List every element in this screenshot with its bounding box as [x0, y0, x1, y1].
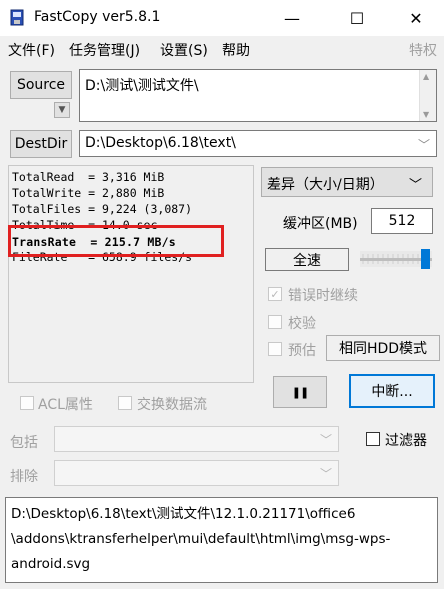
- hdd-mode-button[interactable]: 相同HDD模式: [326, 335, 440, 361]
- filter-checkbox[interactable]: [366, 432, 380, 446]
- continue-on-error-label: 错误时继续: [288, 288, 358, 304]
- include-filter-combo[interactable]: ﹀: [54, 426, 339, 452]
- buffer-label: 缓冲区(MB): [283, 216, 358, 232]
- window-title: FastCopy ver5.8.1: [34, 9, 161, 25]
- destdir-path-combo[interactable]: D:\Desktop\6.18\text\ ﹀: [79, 130, 437, 157]
- status-text: D:\Desktop\6.18\text\测试文件\12.1.0.21171\o…: [11, 506, 391, 572]
- acl-label: ACL属性: [38, 397, 93, 413]
- scroll-up-icon: ▲: [423, 72, 430, 81]
- chevron-down-icon: ▼: [58, 105, 66, 115]
- source-button[interactable]: Source: [10, 71, 72, 99]
- pause-icon: ❚❚: [291, 385, 309, 399]
- speed-slider-graphic: [360, 249, 432, 269]
- source-path-field[interactable]: D:\测试\测试文件\ ▲ ▼: [79, 69, 437, 122]
- continue-on-error-checkbox[interactable]: ✓: [268, 287, 282, 301]
- destdir-path-text: D:\Desktop\6.18\text\: [85, 135, 236, 151]
- source-path-text: D:\测试\测试文件\: [85, 78, 199, 94]
- status-output: D:\Desktop\6.18\text\测试文件\12.1.0.21171\o…: [5, 497, 438, 583]
- chevron-down-icon: ﹀: [319, 467, 332, 481]
- fastcopy-app-icon: [9, 9, 27, 27]
- copy-mode-select[interactable]: 差异（大小/日期） ﹀: [261, 167, 433, 197]
- menu-file[interactable]: 文件(F): [8, 40, 55, 60]
- maximize-button[interactable]: ☐: [333, 0, 381, 36]
- buffer-size-input[interactable]: 512: [371, 208, 433, 234]
- minimize-button[interactable]: —: [268, 0, 316, 36]
- include-label: 包括: [10, 435, 38, 451]
- stat-total-files: TotalFiles = 9,224 (3,087): [12, 202, 193, 216]
- chevron-down-icon: ﹀: [319, 433, 332, 447]
- estimate-label: 预估: [288, 343, 316, 359]
- chevron-down-icon: ﹀: [417, 138, 430, 152]
- verify-checkbox[interactable]: [268, 315, 282, 329]
- close-button[interactable]: ✕: [392, 0, 440, 36]
- copy-mode-value: 差异（大小/日期）: [267, 177, 384, 193]
- source-history-button[interactable]: ▼: [54, 102, 70, 118]
- stat-total-write: TotalWrite = 2,880 MiB: [12, 186, 165, 200]
- verify-label: 校验: [288, 316, 316, 332]
- highlight-box: [8, 225, 224, 257]
- menu-privilege[interactable]: 特权: [409, 40, 437, 60]
- estimate-checkbox[interactable]: [268, 342, 282, 356]
- acl-checkbox[interactable]: [20, 396, 34, 410]
- chevron-down-icon: ﹀: [408, 178, 422, 193]
- alt-stream-checkbox[interactable]: [118, 396, 132, 410]
- menu-settings[interactable]: 设置(S): [160, 40, 208, 60]
- filter-label: 过滤器: [385, 433, 427, 449]
- menu-task[interactable]: 任务管理(J): [69, 40, 140, 60]
- exclude-label: 排除: [10, 469, 38, 485]
- abort-button[interactable]: 中断...: [349, 374, 435, 408]
- speed-slider[interactable]: [360, 248, 432, 270]
- alt-stream-label: 交换数据流: [137, 397, 207, 413]
- speed-label-button[interactable]: 全速: [265, 248, 349, 271]
- exclude-filter-combo[interactable]: ﹀: [54, 460, 339, 486]
- destdir-button[interactable]: DestDir: [10, 130, 72, 158]
- source-scrollbar[interactable]: ▲ ▼: [419, 70, 436, 121]
- stats-panel: TotalRead = 3,316 MiB TotalWrite = 2,880…: [8, 165, 254, 383]
- pause-button[interactable]: ❚❚: [273, 376, 327, 408]
- menu-help[interactable]: 帮助: [222, 40, 250, 60]
- stat-total-read: TotalRead = 3,316 MiB: [12, 170, 165, 184]
- scroll-down-icon: ▼: [423, 110, 430, 119]
